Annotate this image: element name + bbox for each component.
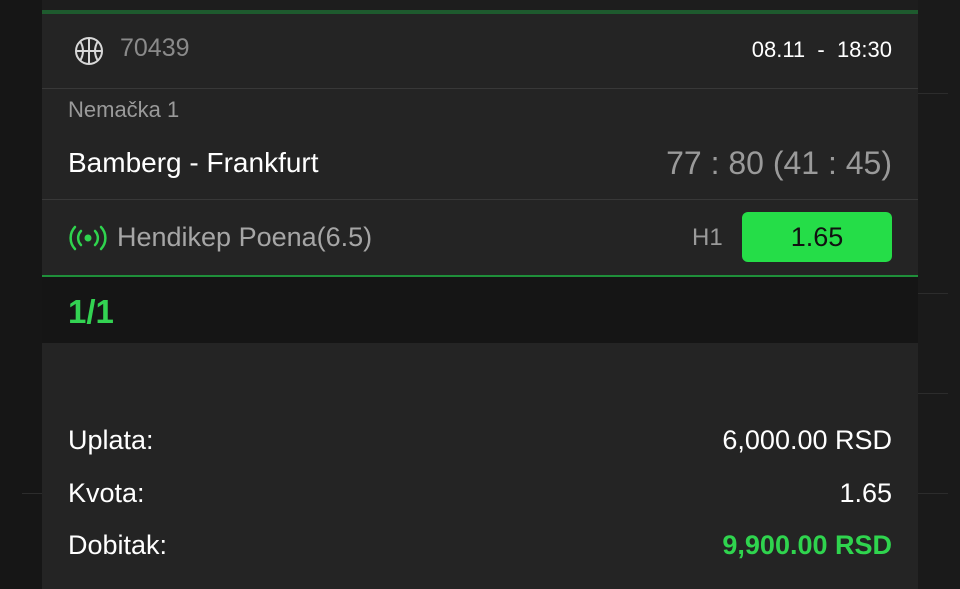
- win-value: 9,900.00 RSD: [722, 530, 892, 560]
- win-label: Dobitak:: [68, 530, 168, 560]
- bet-ticket-card: 70439 08.11 - 18:30 Nemačka 1 Bamberg - …: [42, 0, 918, 589]
- background-divider: [22, 493, 42, 494]
- odds-value: 1.65: [839, 478, 892, 508]
- top-accent-line: [42, 10, 918, 14]
- basketball-icon: [75, 37, 103, 65]
- odds-label: Kvota:: [68, 478, 145, 508]
- pick-label: H1: [692, 224, 723, 251]
- event-id: 70439: [120, 34, 190, 62]
- stake-label: Uplata:: [68, 425, 154, 455]
- odd-button[interactable]: 1.65: [742, 212, 892, 262]
- market-name: Hendikep Poena(6.5): [117, 222, 373, 252]
- background-divider: [918, 293, 948, 294]
- background-right-panel: [918, 0, 960, 589]
- background-divider: [918, 93, 948, 94]
- background-divider: [918, 393, 948, 394]
- selection-count-strip: 1/1: [42, 277, 918, 343]
- event-datetime: 08.11 - 18:30: [751, 37, 892, 62]
- divider: [42, 199, 918, 200]
- league-name: Nemačka 1: [68, 97, 180, 122]
- stake-value: 6,000.00 RSD: [722, 425, 892, 455]
- background-divider: [918, 493, 948, 494]
- live-broadcast-icon: [69, 225, 107, 251]
- match-name[interactable]: Bamberg - Frankfurt: [68, 147, 319, 179]
- top-bar: [42, 0, 918, 10]
- selection-count: 1/1: [68, 293, 114, 330]
- match-score: 77 : 80 (41 : 45): [666, 145, 892, 181]
- divider: [42, 88, 918, 89]
- background-left-panel: [0, 0, 42, 589]
